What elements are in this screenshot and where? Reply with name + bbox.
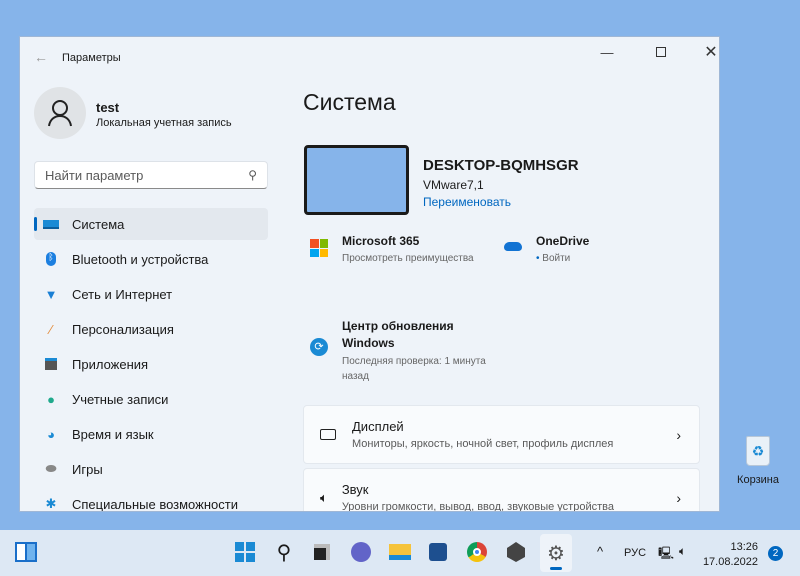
update-subtitle: Последняя проверка: 1 минута назад <box>342 356 486 382</box>
monitor-icon <box>43 219 59 229</box>
sidebar-item-network[interactable]: ▼ Сеть и Интернет <box>34 278 268 310</box>
search-input[interactable]: Найти параметр ⚲ <box>34 161 268 189</box>
recycle-bin-label: Корзина <box>737 474 779 486</box>
accessibility-icon: ✱ <box>45 496 57 511</box>
page-title: Система <box>303 89 396 115</box>
wifi-icon: ▼ <box>44 286 58 302</box>
settings-taskbar-icon[interactable]: ⚙ <box>540 534 572 572</box>
sidebar-item-accounts[interactable]: ● Учетные записи <box>34 383 268 415</box>
nav-label: Учетные записи <box>72 391 169 407</box>
nav-label: Время и язык <box>72 426 154 442</box>
widgets-icon[interactable] <box>14 540 38 564</box>
chevron-right-icon: › <box>676 426 681 443</box>
rename-link[interactable]: Переименовать <box>423 195 511 209</box>
start-icon[interactable] <box>233 540 257 564</box>
apps-icon <box>43 358 59 370</box>
user-icon <box>48 100 72 127</box>
bluetooth-icon: ᛒ <box>43 252 59 266</box>
nav-label: Игры <box>72 461 103 477</box>
volume-icon[interactable]: 🔈︎ <box>679 544 686 559</box>
sidebar-item-time-language[interactable]: ◕ Время и язык <box>34 418 268 450</box>
network-icon[interactable]: 🖳︎ <box>658 544 674 565</box>
file-explorer-icon[interactable] <box>388 540 412 564</box>
recycle-bin-icon: ♻ <box>746 436 770 466</box>
avatar[interactable] <box>34 87 86 139</box>
device-model: VMware7,1 <box>423 178 484 192</box>
language-indicator[interactable]: РУС <box>624 547 646 559</box>
sound-subtitle: Уровни громкости, вывод, ввод, звуковые … <box>341 501 614 512</box>
sound-card[interactable]: 🔈︎ Звук Уровни громкости, вывод, ввод, зв… <box>303 468 700 512</box>
display-card[interactable]: Дисплей Мониторы, яркость, ночной свет, п… <box>303 405 700 464</box>
chevron-right-icon: › <box>676 489 681 506</box>
desktop-preview <box>304 145 409 215</box>
search-placeholder: Найти параметр <box>45 167 144 183</box>
task-view-icon[interactable] <box>310 540 334 564</box>
chrome-icon[interactable] <box>465 540 489 564</box>
gamepad-icon: ⬬ <box>45 461 57 476</box>
nav-label: Персонализация <box>72 321 174 337</box>
nav-label: Специальные возможности <box>72 496 238 512</box>
date: 17.08.2022 <box>702 556 758 568</box>
nav-label: Система <box>72 216 125 232</box>
taskbar: ⚲ ⚙ ^ РУС 🖳︎ 🔈︎ 13:26 17.08.2022 2 <box>0 530 800 576</box>
speaker-icon: 🔈︎ <box>320 489 328 505</box>
search-icon[interactable]: ⚲ <box>272 540 296 564</box>
notification-badge[interactable]: 2 <box>768 546 783 561</box>
sidebar-item-accessibility[interactable]: ✱ Специальные возможности <box>34 488 268 512</box>
display-subtitle: Мониторы, яркость, ночной свет, профиль … <box>352 438 614 450</box>
recycle-bin[interactable]: ♻ Корзина <box>735 436 781 486</box>
ms365-title[interactable]: Microsoft 365 <box>342 234 419 248</box>
microsoft-365-icon <box>310 239 328 257</box>
onedrive-icon <box>504 242 522 251</box>
clock-globe-icon: ◕ <box>47 426 55 442</box>
sidebar-item-bluetooth[interactable]: ᛒ Bluetooth и устройства <box>34 243 268 275</box>
nav-label: Bluetooth и устройства <box>72 251 209 267</box>
window-title: Параметры <box>62 52 121 64</box>
back-arrow-icon[interactable]: ← <box>34 49 48 65</box>
nav-label: Сеть и Интернет <box>72 286 173 302</box>
chevron-up-icon[interactable]: ^ <box>597 544 603 559</box>
time: 13:26 <box>730 541 758 553</box>
account-type: Локальная учетная запись <box>96 117 232 129</box>
onedrive-title[interactable]: OneDrive <box>536 234 589 248</box>
minimize-button[interactable]: — <box>584 37 630 67</box>
maximize-button[interactable] <box>638 37 684 67</box>
sidebar-item-system[interactable]: Система <box>34 208 268 240</box>
sidebar-item-personalization[interactable]: ⁄ Персонализация <box>34 313 268 345</box>
clock[interactable]: 13:26 17.08.2022 <box>700 540 758 570</box>
app-icon[interactable] <box>504 540 528 564</box>
update-title[interactable]: Центр обновления Windows <box>342 318 454 352</box>
ms365-subtitle: Просмотреть преимущества <box>342 253 474 264</box>
sidebar-item-apps[interactable]: Приложения <box>34 348 268 380</box>
search-icon: ⚲ <box>248 168 257 182</box>
chat-icon[interactable] <box>349 540 373 564</box>
person-icon: ● <box>47 391 55 407</box>
user-name: test <box>96 100 120 115</box>
nav-label: Приложения <box>72 356 149 372</box>
sound-title: Звук <box>341 482 369 497</box>
display-icon <box>320 429 336 440</box>
close-button[interactable]: ✕ <box>688 37 719 67</box>
sidebar-item-gaming[interactable]: ⬬ Игры <box>34 453 268 485</box>
onedrive-signin[interactable]: • Войти <box>536 253 570 264</box>
brush-icon: ⁄ <box>49 321 53 337</box>
windows-update-icon: ⟳ <box>310 338 328 356</box>
device-name: DESKTOP-BQMHSGR <box>423 157 579 174</box>
settings-window: ← Параметры — ✕ test Локальная учетная з… <box>19 36 720 512</box>
store-icon[interactable] <box>426 540 450 564</box>
display-title: Дисплей <box>352 419 404 434</box>
